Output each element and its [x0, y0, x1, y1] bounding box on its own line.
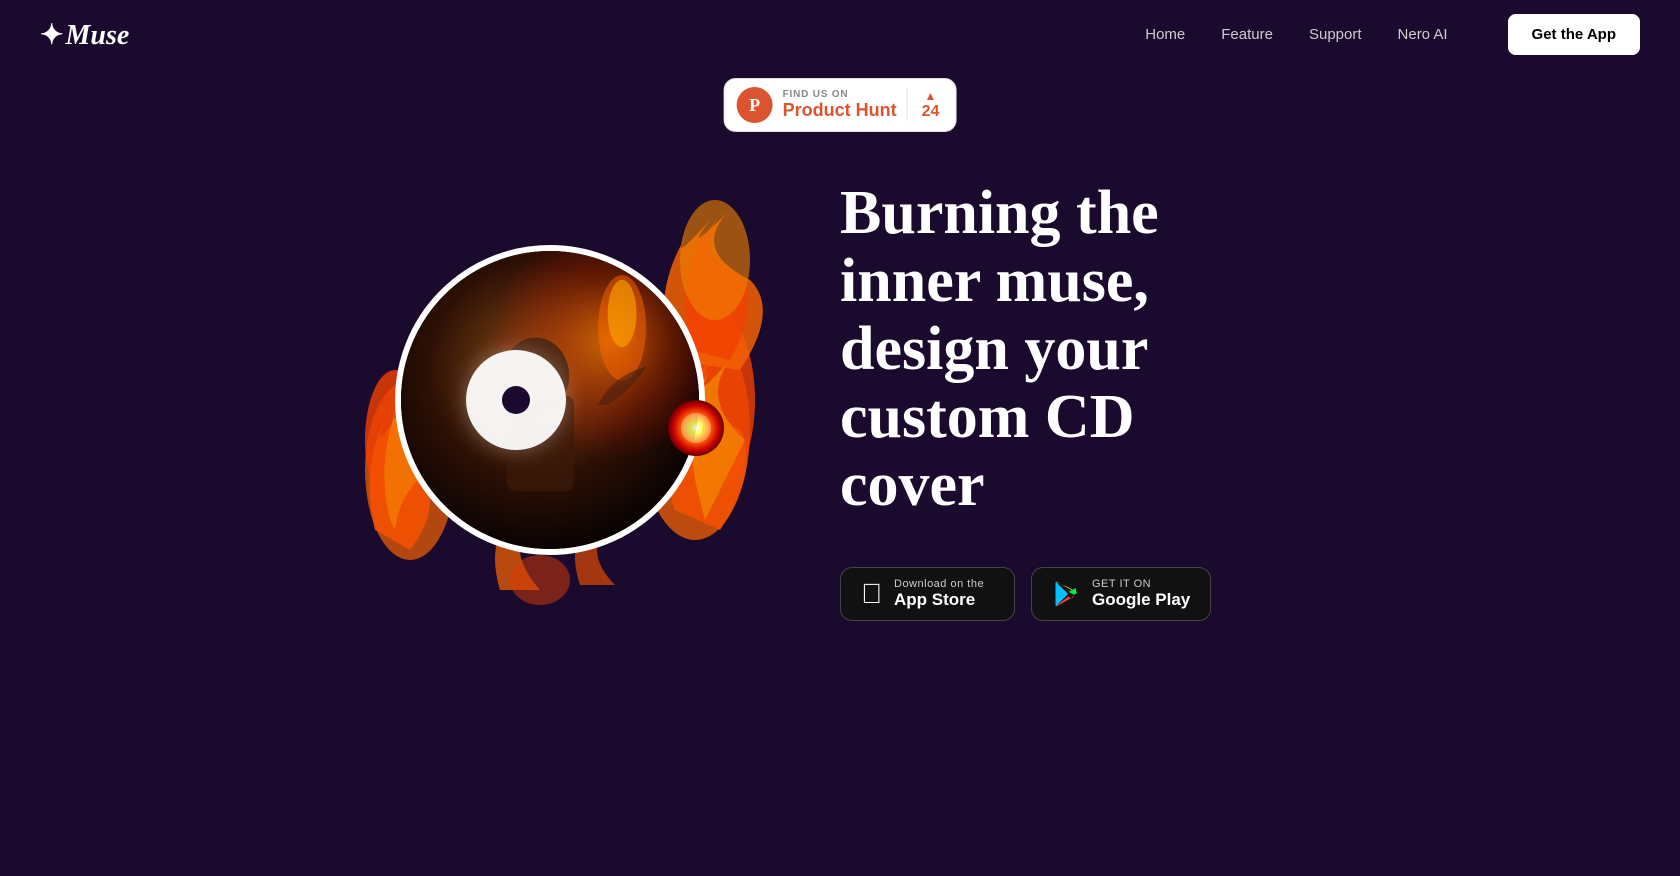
nav-feature[interactable]: Feature	[1221, 26, 1273, 43]
apple-icon: 	[861, 578, 882, 610]
app-store-text: Download on the App Store	[894, 578, 984, 610]
logo[interactable]: ✦Muse	[40, 18, 1145, 52]
google-play-icon	[1052, 580, 1080, 608]
nav-home[interactable]: Home	[1145, 26, 1185, 43]
text-content: Burning the inner muse, design your cust…	[840, 179, 1340, 622]
main-content: Burning the inner muse, design your cust…	[0, 160, 1680, 640]
cd-hole	[502, 386, 530, 414]
product-hunt-text: FIND US ON Product Hunt	[783, 89, 897, 121]
nav-support[interactable]: Support	[1309, 26, 1362, 43]
app-buttons:  Download on the App Store GET IT ON Go…	[840, 567, 1340, 621]
get-app-button[interactable]: Get the App	[1508, 14, 1640, 55]
hero-headline: Burning the inner muse, design your cust…	[840, 179, 1340, 520]
product-hunt-icon: P	[737, 87, 773, 123]
nav-links: Home Feature Support Nero AI Get the App	[1145, 26, 1640, 44]
cd-white-ring	[466, 350, 566, 450]
logo-star: ✦	[40, 18, 63, 52]
google-play-button[interactable]: GET IT ON Google Play	[1031, 567, 1211, 621]
nav-nero-ai[interactable]: Nero AI	[1398, 26, 1448, 43]
cd-container	[340, 160, 760, 640]
app-store-button[interactable]:  Download on the App Store	[840, 567, 1015, 621]
navbar: ✦Muse Home Feature Support Nero AI Get t…	[0, 0, 1680, 70]
product-hunt-votes: ▲ 24	[907, 89, 940, 121]
cd-center	[466, 350, 566, 450]
cd-fireball	[666, 398, 726, 458]
product-hunt-badge[interactable]: P FIND US ON Product Hunt ▲ 24	[724, 78, 957, 132]
google-play-text: GET IT ON Google Play	[1092, 578, 1190, 610]
